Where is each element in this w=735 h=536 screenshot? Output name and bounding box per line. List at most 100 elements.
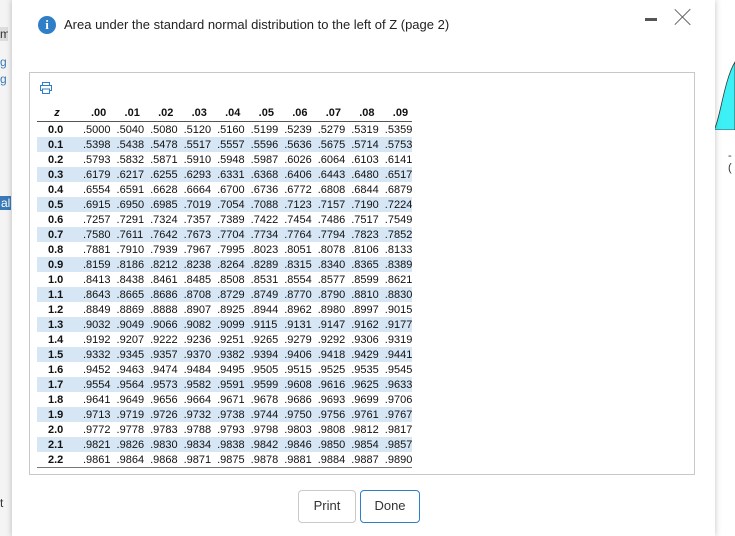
probability-cell: .5438 xyxy=(110,137,145,152)
probability-cell: .9474 xyxy=(144,362,178,377)
probability-cell: .6103 xyxy=(345,152,379,167)
probability-cell: .7704 xyxy=(211,227,245,242)
probability-cell: .9761 xyxy=(345,407,379,422)
probability-cell: .9744 xyxy=(244,407,279,422)
probability-cell: .8665 xyxy=(110,287,145,302)
probability-cell: .5910 xyxy=(177,152,212,167)
probability-cell: .7764 xyxy=(278,227,312,242)
probability-cell: .8238 xyxy=(177,257,212,272)
probability-cell: .8389 xyxy=(378,257,413,272)
probability-cell: .8186 xyxy=(110,257,145,272)
probability-cell: .8340 xyxy=(311,257,346,272)
probability-cell: .8962 xyxy=(278,302,312,317)
probability-cell: .9564 xyxy=(110,377,145,392)
probability-cell: .9878 xyxy=(244,452,279,468)
z-value-cell: 2.0 xyxy=(37,422,77,437)
probability-cell: .9686 xyxy=(278,392,312,407)
probability-cell: .9834 xyxy=(177,437,212,452)
probability-cell: .9664 xyxy=(177,392,212,407)
probability-cell: .9554 xyxy=(77,377,111,392)
table-row: 2.1.9821.9826.9830.9834.9838.9842.9846.9… xyxy=(37,437,413,452)
probability-cell: .8686 xyxy=(144,287,178,302)
z-value-cell: 0.0 xyxy=(37,121,77,137)
probability-cell: .6554 xyxy=(77,182,111,197)
probability-cell: .9868 xyxy=(144,452,178,468)
probability-cell: .9545 xyxy=(378,362,413,377)
probability-cell: .9783 xyxy=(144,422,178,437)
probability-cell: .9842 xyxy=(244,437,279,452)
z-value-cell: 1.9 xyxy=(37,407,77,422)
z-value-cell: 0.7 xyxy=(37,227,77,242)
probability-cell: .7881 xyxy=(77,242,111,257)
probability-cell: .9854 xyxy=(345,437,379,452)
z-table: z .00.01.02.03.04.05.06.07.08.09 0.0.500… xyxy=(37,104,413,468)
info-icon: i xyxy=(38,16,56,34)
table-header-row: z .00.01.02.03.04.05.06.07.08.09 xyxy=(37,104,413,122)
probability-cell: .8438 xyxy=(110,272,145,287)
probability-cell: .8643 xyxy=(77,287,111,302)
probability-cell: .6591 xyxy=(110,182,145,197)
probability-cell: .9015 xyxy=(378,302,413,317)
probability-cell: .9222 xyxy=(144,332,178,347)
z-column-header: z xyxy=(37,104,77,122)
close-icon[interactable] xyxy=(672,6,694,28)
probability-cell: .9864 xyxy=(110,452,145,468)
probability-cell: .8888 xyxy=(144,302,178,317)
probability-cell: .9207 xyxy=(110,332,145,347)
probability-cell: .9236 xyxy=(177,332,212,347)
probability-cell: .6480 xyxy=(345,167,379,182)
probability-cell: .8264 xyxy=(211,257,245,272)
probability-cell: .9750 xyxy=(278,407,312,422)
probability-cell: .8289 xyxy=(244,257,279,272)
probability-cell: .7454 xyxy=(278,212,312,227)
z-value-cell: 0.5 xyxy=(37,197,77,212)
probability-cell: .9082 xyxy=(177,317,212,332)
probability-cell: .9582 xyxy=(177,377,212,392)
minimize-icon[interactable] xyxy=(645,18,657,21)
z-value-cell: 1.7 xyxy=(37,377,77,392)
table-row: 2.2.9861.9864.9868.9871.9875.9878.9881.9… xyxy=(37,452,413,468)
print-button[interactable]: Print xyxy=(298,490,356,523)
probability-cell: .9382 xyxy=(211,347,245,362)
probability-cell: .9066 xyxy=(144,317,178,332)
table-row: 0.5.6915.6950.6985.7019.7054.7088.7123.7… xyxy=(37,197,413,212)
z-value-cell: 1.1 xyxy=(37,287,77,302)
probability-cell: .5793 xyxy=(77,152,111,167)
probability-cell: .8830 xyxy=(378,287,413,302)
probability-cell: .7611 xyxy=(110,227,145,242)
probability-cell: .9875 xyxy=(211,452,245,468)
probability-cell: .9357 xyxy=(144,347,178,362)
probability-cell: .7357 xyxy=(177,212,212,227)
probability-cell: .8159 xyxy=(77,257,111,272)
probability-cell: .7123 xyxy=(278,197,312,212)
probability-cell: .5359 xyxy=(378,121,413,137)
probability-cell: .7422 xyxy=(244,212,279,227)
column-header: .06 xyxy=(278,104,312,122)
z-value-cell: 1.8 xyxy=(37,392,77,407)
probability-cell: .6443 xyxy=(311,167,346,182)
printer-icon[interactable] xyxy=(40,82,52,94)
probability-cell: .5279 xyxy=(311,121,346,137)
probability-cell: .7517 xyxy=(345,212,379,227)
probability-cell: .8980 xyxy=(311,302,346,317)
z-value-cell: 0.9 xyxy=(37,257,77,272)
probability-cell: .9817 xyxy=(378,422,413,437)
probability-cell: .9803 xyxy=(278,422,312,437)
probability-cell: .9406 xyxy=(278,347,312,362)
probability-cell: .6772 xyxy=(278,182,312,197)
probability-cell: .7019 xyxy=(177,197,212,212)
probability-cell: .7389 xyxy=(211,212,245,227)
probability-cell: .9515 xyxy=(278,362,312,377)
z-value-cell: 0.1 xyxy=(37,137,77,152)
probability-cell: .9279 xyxy=(278,332,312,347)
probability-cell: .9671 xyxy=(211,392,245,407)
probability-cell: .9838 xyxy=(211,437,245,452)
probability-cell: .9812 xyxy=(345,422,379,437)
done-button[interactable]: Done xyxy=(360,490,420,523)
probability-cell: .9319 xyxy=(378,332,413,347)
probability-cell: .9738 xyxy=(211,407,245,422)
probability-cell: .5080 xyxy=(144,121,178,137)
probability-cell: .7673 xyxy=(177,227,212,242)
z-value-cell: 0.8 xyxy=(37,242,77,257)
probability-cell: .9726 xyxy=(144,407,178,422)
